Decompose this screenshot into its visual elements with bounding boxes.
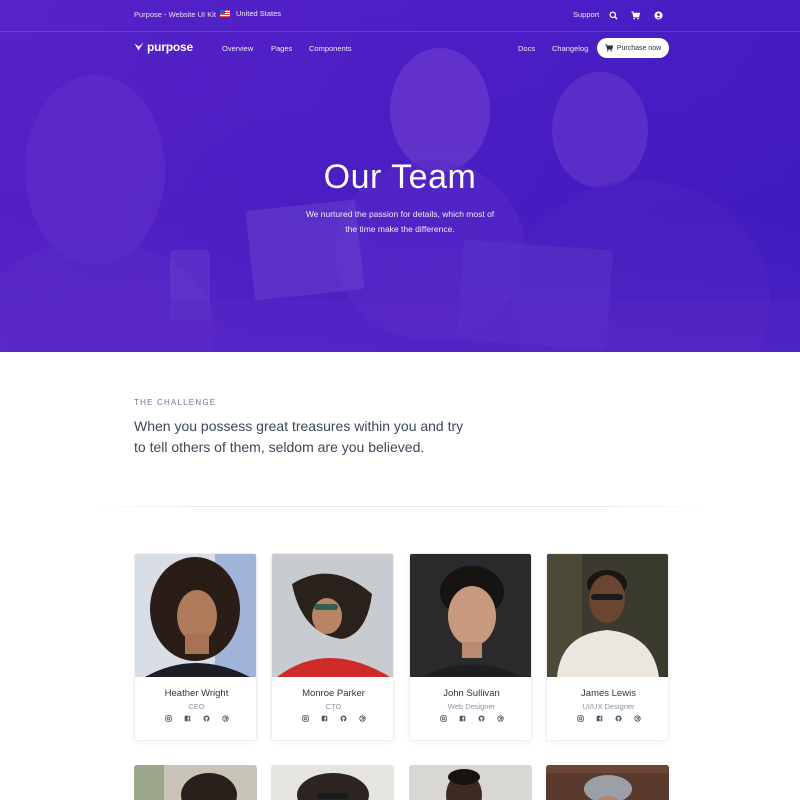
facebook-icon[interactable] [596,715,603,722]
instagram-icon[interactable] [439,715,447,722]
dribbble-icon[interactable] [221,715,229,722]
team-member-photo [409,765,532,800]
support-link[interactable]: Support [573,10,599,19]
social-links [135,715,256,722]
team-card: Heather Wright CEO [134,553,257,741]
cart-icon [605,44,613,52]
team-member-photo [272,554,393,677]
team-member-photo [271,765,394,800]
top-bar: Purpose - Website UI Kit United States S… [0,0,800,32]
dribbble-icon[interactable] [496,715,504,722]
social-links [547,715,668,722]
purpose-logo[interactable]: purpose [134,40,193,54]
challenge-quote: When you possess great treasures within … [134,418,464,455]
user-icon[interactable] [654,11,663,20]
search-icon[interactable] [609,11,618,20]
social-links [272,715,393,722]
team-member-photo [547,554,668,677]
dribbble-icon[interactable] [633,715,641,722]
team-member-role: UI/UX Designer [582,702,635,711]
hero-subtitle: We nurtured the passion for details, whi… [305,209,495,234]
facebook-icon[interactable] [459,715,466,722]
page-title: Our Team [323,158,477,196]
us-flag-icon [220,10,230,17]
instagram-icon[interactable] [164,715,172,722]
section-divider [90,506,710,507]
github-icon[interactable] [614,715,622,722]
team-member-photo [546,765,669,800]
social-links [410,715,531,722]
country-label: United States [236,9,282,18]
country-selector[interactable]: United States [220,9,281,18]
nav-link-changelog[interactable]: Changelog [552,44,588,53]
purchase-now-button[interactable]: Purchase now [597,38,669,58]
team-member-role: Web Designer [447,702,496,711]
cart-icon[interactable] [631,11,640,20]
team-member-name: James Lewis [581,688,636,699]
github-icon[interactable] [339,715,347,722]
hero-section: Purpose - Website UI Kit United States S… [0,0,800,352]
team-member-role: CTO [325,702,342,711]
team-card: Monroe Parker CTO [271,553,394,741]
logo-text: purpose [147,40,193,54]
topbar-brand-link[interactable]: Purpose - Website UI Kit [134,10,216,19]
nav-link-components[interactable]: Components [309,44,352,53]
github-icon[interactable] [477,715,485,722]
nav-link-docs[interactable]: Docs [518,44,535,53]
dribbble-icon[interactable] [358,715,366,722]
team-member-name: John Sullivan [443,688,500,699]
facebook-icon[interactable] [184,715,191,722]
team-member-name: Monroe Parker [302,688,365,699]
team-member-photo [134,765,257,800]
github-icon[interactable] [202,715,210,722]
main-navbar: purpose Overview Pages Components Docs C… [0,32,800,66]
instagram-icon[interactable] [301,715,309,722]
logo-mark-icon [134,42,144,51]
team-card: James Lewis UI/UX Designer [546,553,669,741]
team-member-name: Heather Wright [164,688,229,699]
nav-link-pages[interactable]: Pages [271,44,292,53]
team-card: John Sullivan Web Designer [409,553,532,741]
nav-link-overview[interactable]: Overview [222,44,253,53]
purchase-now-label: Purchase now [616,44,662,52]
section-eyebrow: THE CHALLENGE [134,398,217,407]
team-member-photo [135,554,256,677]
facebook-icon[interactable] [321,715,328,722]
instagram-icon[interactable] [576,715,584,722]
team-member-role: CEO [188,702,205,711]
team-member-photo [410,554,531,677]
